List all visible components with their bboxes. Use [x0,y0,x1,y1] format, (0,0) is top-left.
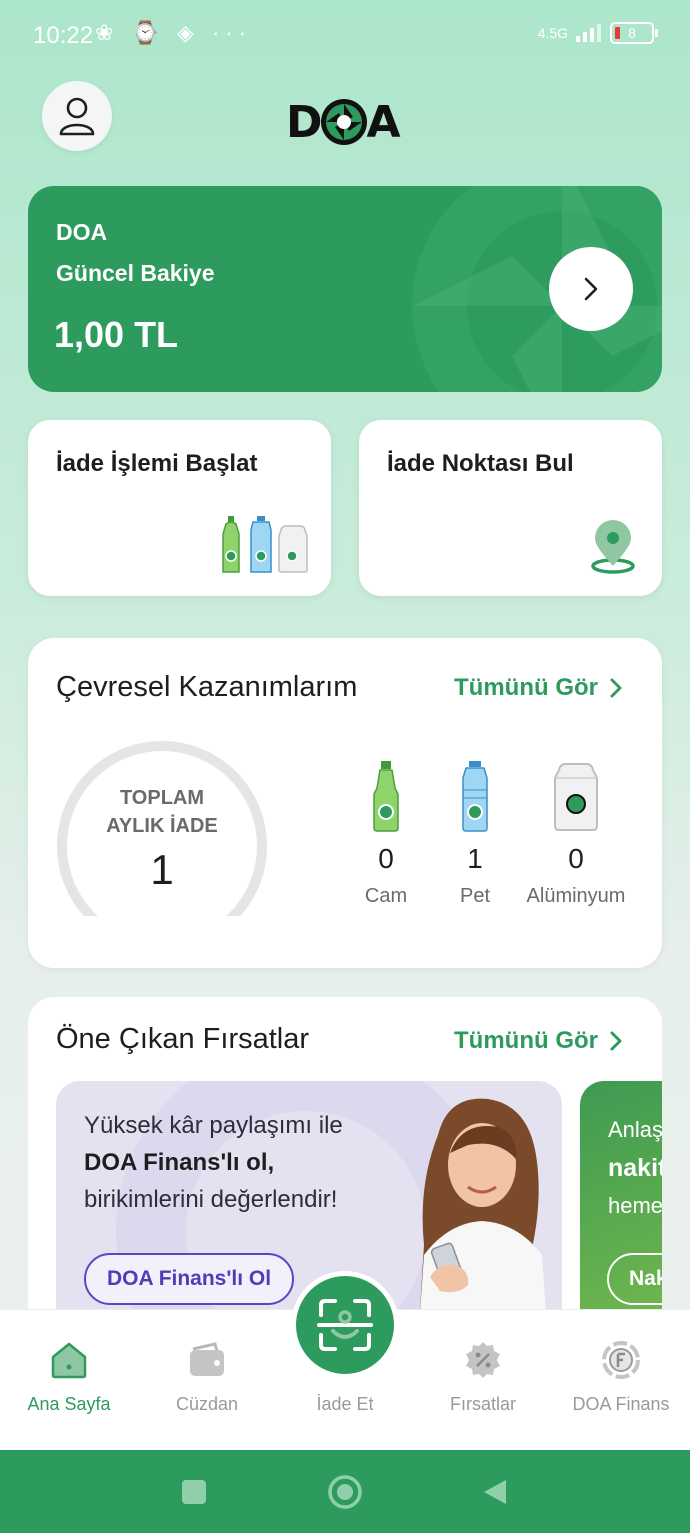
balance-detail-button[interactable] [549,247,633,331]
promo2-button[interactable]: Nak [607,1253,662,1305]
promo2-line-2: nakit [608,1154,662,1182]
start-return-label: İade İşlemi Başlat [56,450,258,477]
finance-coin-icon [602,1341,640,1379]
bottles-icon [222,516,308,573]
logo-aperture-icon [320,99,367,145]
aluminium-can-icon [554,763,598,831]
environmental-gains-card: Çevresel Kazanımlarım Tümünü Gör TOPLAM … [28,638,662,968]
nav-wallet[interactable]: Cüzdan [138,1330,276,1415]
promo2-text: Anlaş nakit heme [608,1111,662,1225]
status-notification-icons: ❀ ⌚ ◈ ··· [95,20,253,45]
gauge-label-line1: TOPLAM [119,787,205,809]
recent-apps-icon[interactable] [178,1476,210,1508]
glass-bottle-icon [373,761,399,832]
nav-doa-finance-label: DOA Finans [572,1394,670,1414]
discount-badge-icon [466,1342,500,1378]
home-circle-icon[interactable] [327,1474,363,1510]
see-all-label: Tümünü Gör [454,1027,598,1054]
status-time: 10:22 [33,22,94,49]
back-icon[interactable] [480,1476,512,1508]
status-system-icons: 4.5G 8 [537,22,658,44]
promo-line-3: birikimlerini değerlendir! [84,1186,338,1213]
balance-label: Güncel Bakiye [56,260,215,286]
home-icon [51,1342,87,1379]
featured-opportunities-title: Öne Çıkan Fırsatlar [56,1023,310,1055]
find-return-point-card[interactable]: İade Noktası Bul [359,420,662,596]
balance-brand: DOA [56,219,108,245]
nav-home[interactable]: Ana Sayfa [0,1330,138,1415]
location-pin-icon [591,520,635,574]
nav-opportunities-label: Fırsatlar [449,1394,516,1414]
signal-icon [576,24,601,42]
battery-icon: 8 [610,22,658,44]
scan-return-button[interactable] [291,1271,399,1379]
material-aluminium: 0 Alüminyum [516,760,636,908]
promo-line-2: DOA Finans'lı ol, [84,1149,275,1176]
chevron-right-icon [584,277,598,301]
scan-icon [317,1299,373,1351]
balance-card[interactable]: DOA Güncel Bakiye 1,00 TL [28,186,662,392]
system-navigation-bar [0,1450,690,1533]
doa-logo: D A [286,92,404,152]
aluminium-count: 0 [568,843,584,874]
promo2-line-3: heme [608,1193,662,1218]
wallet-icon [190,1342,224,1376]
gauge-label-line2: AYLIK İADE [106,815,218,837]
nav-wallet-label: Cüzdan [175,1394,239,1414]
pet-bottle-icon [462,761,488,832]
promo-banner-cashback[interactable]: Anlaş nakit heme Nak [580,1081,662,1337]
promo2-line-1: Anlaş [608,1117,662,1142]
logo-letter-a: A [366,96,401,148]
promo-text: Yüksek kâr paylaşımı ile DOA Finans'lı o… [84,1107,414,1218]
nav-opportunities[interactable]: Fırsatlar [414,1330,552,1415]
chevron-right-icon [610,1031,622,1051]
promo-line-1: Yüksek kâr paylaşımı ile [84,1112,343,1139]
profile-button[interactable] [42,81,112,151]
woman-with-phone-image [418,1098,548,1337]
aluminium-label: Alüminyum [526,885,626,907]
opportunities-see-all-link[interactable]: Tümünü Gör [454,1027,622,1055]
network-label: 4.5G [537,25,568,41]
become-doa-finance-button[interactable]: DOA Finans'lı Ol [84,1253,294,1305]
user-icon [59,97,95,136]
nav-home-label: Ana Sayfa [27,1394,111,1414]
environmental-see-all-link[interactable]: Tümünü Gör [454,674,622,702]
start-return-card[interactable]: İade İşlemi Başlat [28,420,331,596]
status-bar: 10:22 ❀ ⌚ ◈ ··· 4.5G 8 [0,0,690,70]
environmental-gains-title: Çevresel Kazanımlarım [56,671,358,703]
battery-level: 8 [628,25,636,41]
nav-doa-finance[interactable]: DOA Finans [552,1330,690,1415]
gauge-value: 1 [150,846,174,893]
chevron-right-icon [610,678,622,698]
balance-amount: 1,00 TL [54,314,179,355]
logo-letter-d: D [286,96,323,148]
see-all-label: Tümünü Gör [454,674,598,701]
nav-return-label: İade Et [316,1394,374,1414]
find-return-point-label: İade Noktası Bul [387,450,574,477]
